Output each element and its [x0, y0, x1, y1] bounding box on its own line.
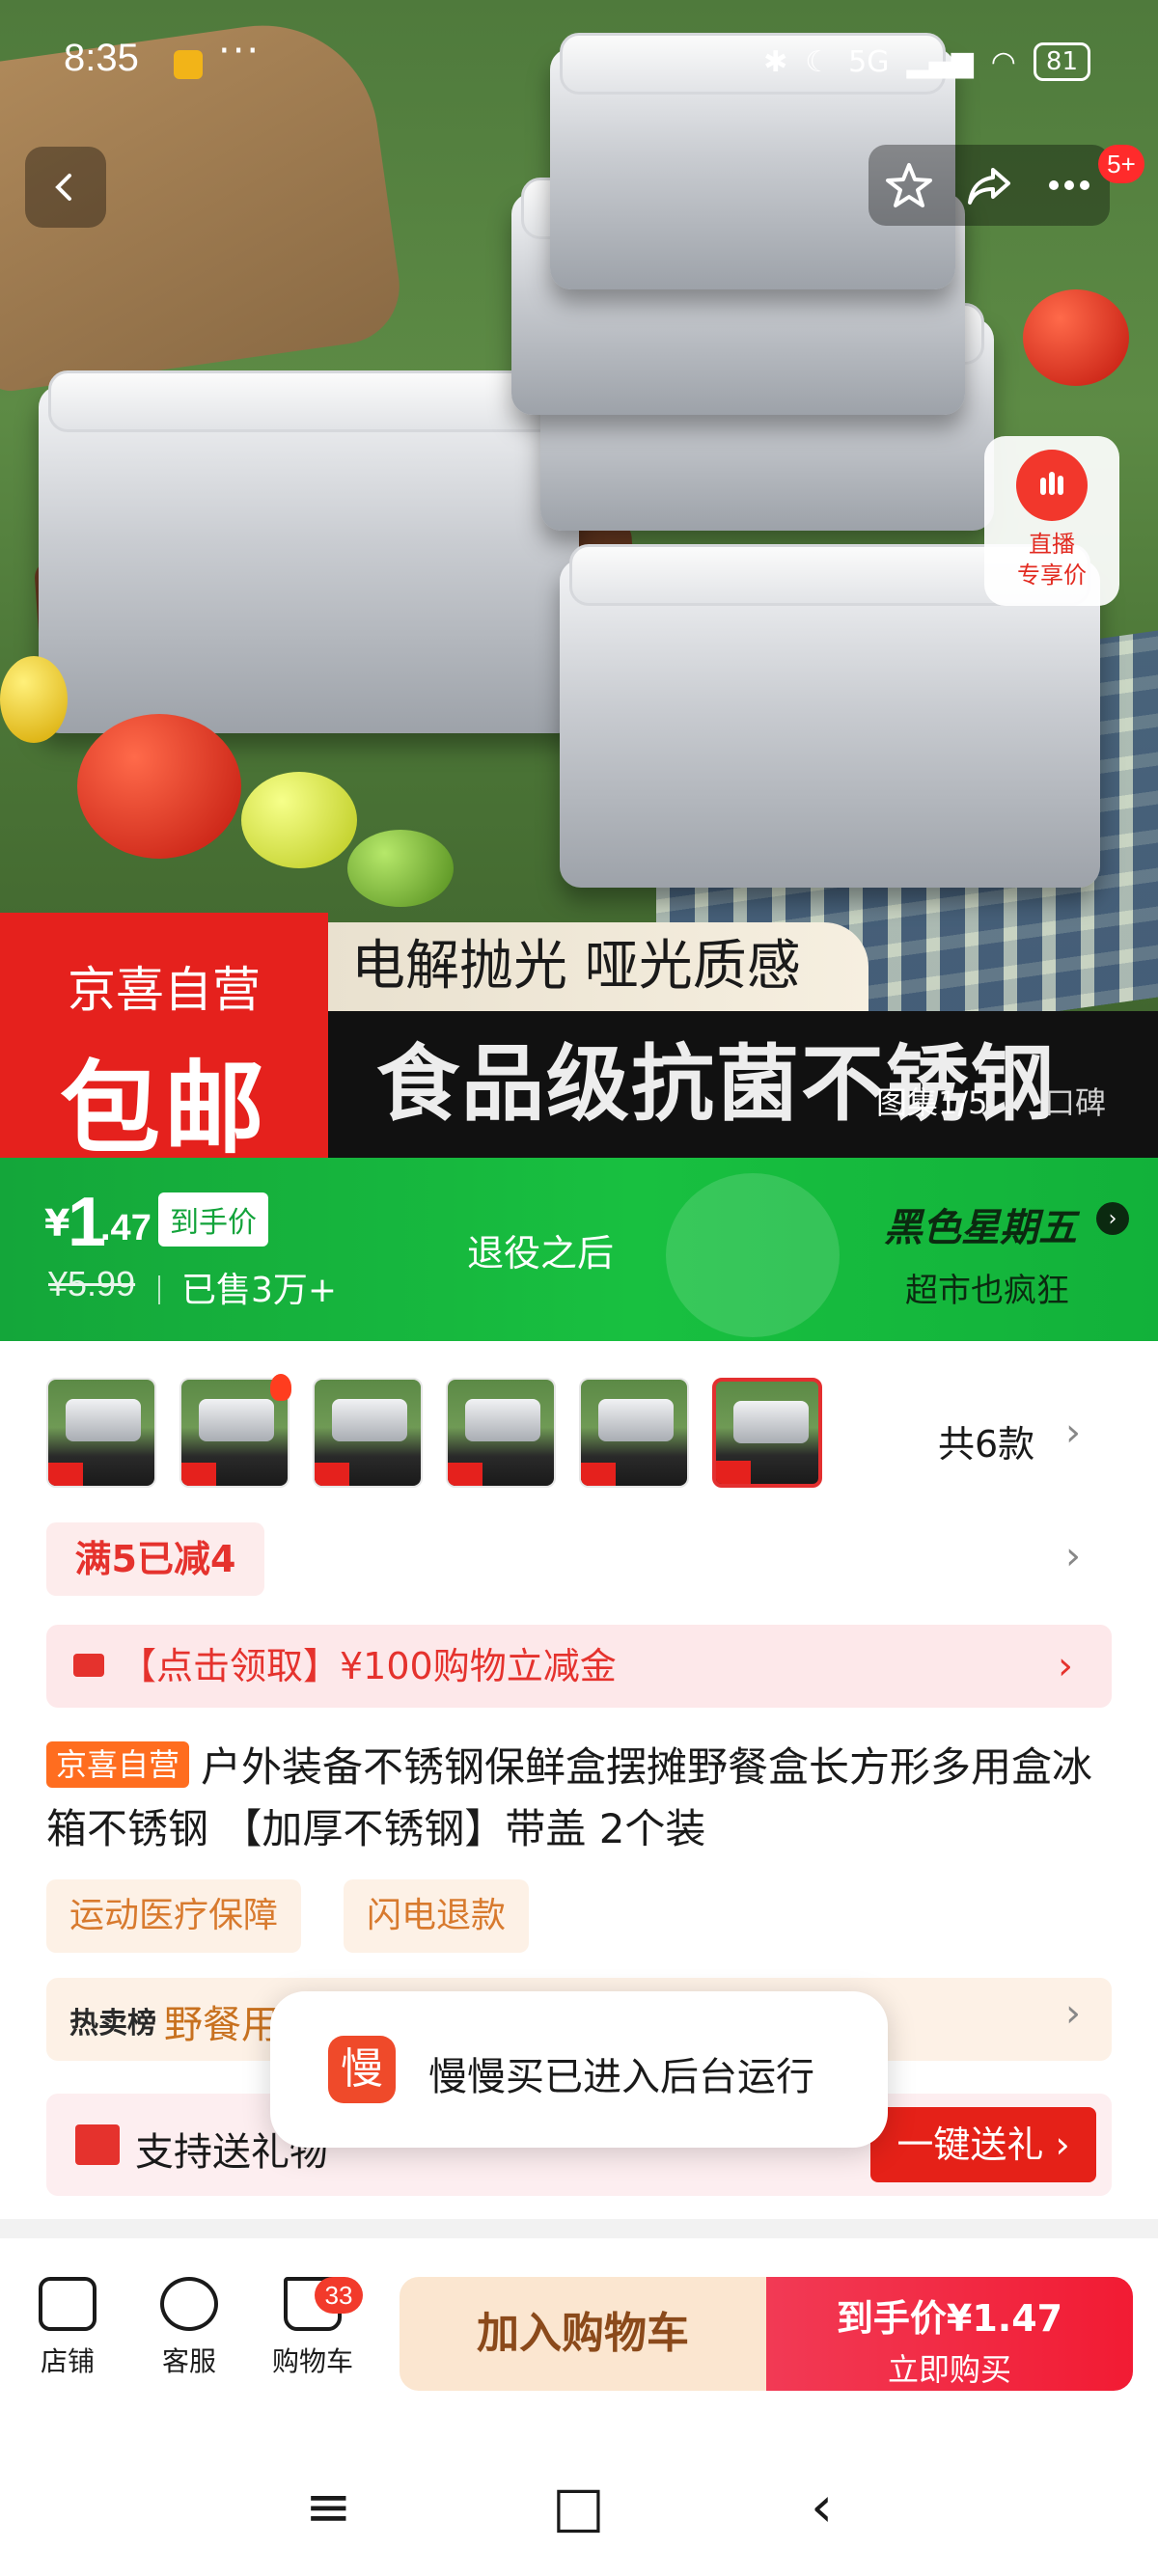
container-box-large	[39, 370, 579, 733]
moon-icon: ☾	[805, 44, 832, 79]
gallery-index[interactable]: 图集1/5	[876, 1079, 988, 1123]
chevron-right-icon[interactable]: ›	[1065, 1534, 1081, 1578]
add-to-cart-button[interactable]: 加入购物车	[400, 2277, 766, 2391]
live-icon	[1016, 450, 1088, 521]
hot-ranking-label: 热卖榜	[69, 2007, 156, 2041]
chevron-right-icon: ›	[1065, 1991, 1081, 2036]
service-icon	[160, 2277, 218, 2331]
live-stream-button[interactable]: 直播 专享价	[984, 436, 1119, 606]
cart-label: 购物车	[271, 2345, 353, 2377]
hot-ranking-text: 野餐用	[164, 2003, 280, 2047]
back-nav-icon[interactable]: ‹	[811, 2474, 833, 2539]
event-subtitle: 超市也疯狂	[905, 1272, 1069, 1310]
original-price: ¥5.99	[48, 1264, 136, 1303]
voucher-banner[interactable]: 【点击领取】¥100购物立减金 ›	[46, 1625, 1112, 1708]
variant-thumb[interactable]	[313, 1378, 423, 1488]
promo-middle-text: 退役之后	[467, 1232, 615, 1274]
service-label: 客服	[161, 2345, 216, 2377]
chevron-left-icon	[55, 174, 71, 201]
variant-thumb[interactable]	[446, 1378, 556, 1488]
network-label: 5G	[848, 44, 890, 79]
tomato-decor-right	[1023, 289, 1129, 386]
self-operated-tag: 京喜自营	[46, 1741, 190, 1788]
background-run-toast: 慢 慢慢买已进入后台运行	[270, 1991, 888, 2148]
more-badge: 5+	[1098, 145, 1144, 183]
buy-now-price: 到手价¥1.47	[836, 2297, 1063, 2340]
cart-badge: 33	[315, 2277, 363, 2314]
variant-count[interactable]: 共6款	[938, 1414, 1034, 1467]
container-box-front	[560, 544, 1100, 888]
star-icon[interactable]	[884, 160, 934, 210]
more-icon[interactable]	[1044, 160, 1094, 210]
home-icon[interactable]: □	[552, 2474, 605, 2539]
status-time: 8:35	[64, 37, 139, 79]
voucher-text: 【点击领取】¥100购物立减金	[120, 1645, 617, 1687]
back-button[interactable]	[25, 147, 106, 228]
status-bar: 8:35 ··· ✱ ☾ 5G ▂▄▆ ◠ 81	[0, 0, 1158, 125]
service-tag[interactable]: 闪电退款	[344, 1879, 530, 1953]
chevron-right-icon[interactable]: ›	[1065, 1411, 1081, 1455]
customer-service-button[interactable]: 客服	[131, 2277, 247, 2379]
wifi-icon: ◠	[990, 44, 1016, 79]
notification-app-icon	[174, 50, 203, 79]
price-tag: 到手价	[158, 1192, 268, 1247]
chevron-right-icon[interactable]: ›	[1096, 1202, 1129, 1235]
tomato-decor	[77, 714, 241, 859]
event-cart-art	[666, 1173, 840, 1337]
product-image-gallery[interactable]: 8:35 ··· ✱ ☾ 5G ▂▄▆ ◠ 81 5+ 直播 专享价 京喜自营 …	[0, 0, 1158, 1158]
lemon-decor	[241, 772, 357, 868]
header-actions	[868, 145, 1110, 226]
share-icon[interactable]	[964, 160, 1014, 210]
live-label-line2: 专享价	[1017, 562, 1087, 589]
variant-thumb[interactable]	[46, 1378, 156, 1488]
shop-icon	[39, 2277, 96, 2331]
send-gift-button[interactable]: 一键送礼 ›	[870, 2107, 1096, 2182]
brand-banner: 京喜自营 包邮	[0, 913, 328, 1158]
gift-icon	[75, 2124, 120, 2165]
menu-icon[interactable]: ≡	[305, 2474, 352, 2539]
status-icons: ✱ ☾ 5G ▂▄▆ ◠ 81	[763, 42, 1090, 81]
buy-now-button[interactable]: 到手价¥1.47 立即购买	[766, 2277, 1133, 2391]
event-title[interactable]: 黑色星期五	[884, 1196, 1077, 1252]
banner-slogan: 电解抛光 哑光质感	[328, 922, 868, 1011]
battery-indicator: 81	[1033, 42, 1090, 81]
banner-headline: 食品级抗菌不锈钢	[328, 1011, 1158, 1158]
chevron-right-icon: ›	[1058, 1644, 1073, 1688]
price-currency: ¥	[44, 1202, 70, 1245]
card-icon	[73, 1654, 104, 1677]
live-label-line1: 直播	[1029, 531, 1075, 558]
banner-brand: 京喜自营	[68, 962, 261, 1018]
sold-count: 已售3万+	[181, 1271, 338, 1310]
more-notifications-icon: ···	[218, 29, 262, 73]
green-fruit-decor	[347, 830, 454, 907]
banner-free-shipping: 包邮	[59, 1050, 268, 1158]
price-decimal: .47	[100, 1208, 152, 1248]
bluetooth-icon: ✱	[763, 44, 788, 79]
pepper-decor	[0, 656, 68, 743]
reviews-link[interactable]: 口碑	[1044, 1079, 1106, 1123]
product-title: 京喜自营 户外装备不锈钢保鲜盒摆摊野餐盒长方形多用盒冰箱不锈钢 【加厚不锈钢】带盖…	[46, 1737, 1117, 1860]
manmanmai-app-icon: 慢	[328, 2036, 396, 2103]
buy-now-label: 立即购买	[887, 2351, 1011, 2388]
shop-label: 店铺	[40, 2345, 95, 2377]
service-tag[interactable]: 运动医疗保障	[46, 1879, 302, 1953]
variant-thumb-selected[interactable]	[712, 1378, 822, 1488]
bottom-action-bar: 店铺 客服 购物车 33 加入购物车 到手价¥1.47 立即购买	[0, 2238, 1158, 2431]
price-separator	[158, 1275, 160, 1304]
system-navigation-bar: ≡ □ ‹	[0, 2431, 1158, 2576]
signal-icon: ▂▄▆	[906, 44, 974, 79]
flame-icon	[270, 1374, 291, 1401]
shop-button[interactable]: 店铺	[10, 2277, 125, 2379]
toast-text: 慢慢买已进入后台运行	[428, 2055, 814, 2099]
variant-thumb[interactable]	[579, 1378, 689, 1488]
section-divider	[0, 2219, 1158, 2238]
product-title-text: 户外装备不锈钢保鲜盒摆摊野餐盒长方形多用盒冰箱不锈钢 【加厚不锈钢】带盖 2个装	[46, 1743, 1093, 1852]
coupon-tag[interactable]: 满5已减4	[46, 1522, 264, 1596]
price-promo-strip[interactable]: ¥ 1 .47 到手价 ¥5.99 已售3万+ 退役之后 黑色星期五 › 超市也…	[0, 1158, 1158, 1341]
